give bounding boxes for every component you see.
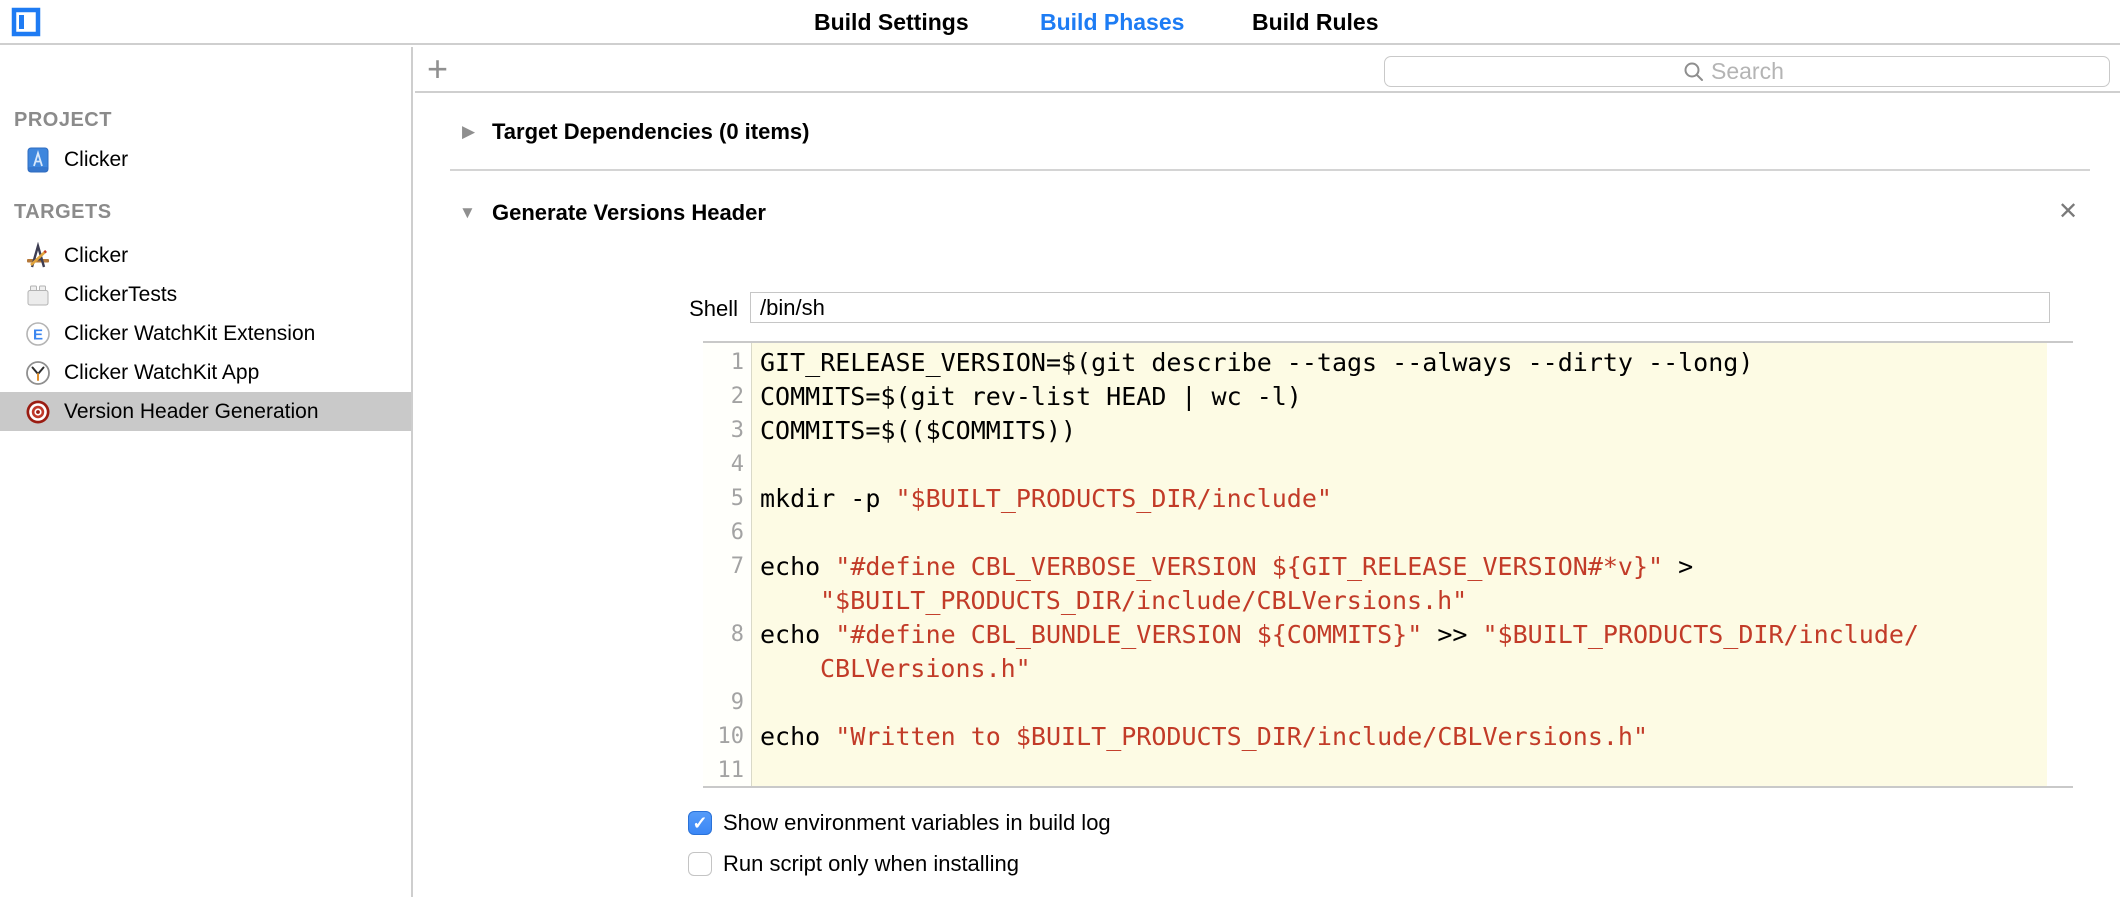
project-targets-sidebar: PROJECT Clicker TARGETS Clicker ClickerTe… <box>0 47 413 897</box>
tab-build-settings[interactable]: Build Settings <box>814 0 969 45</box>
script-line: mkdir -p "$BUILT_PRODUCTS_DIR/include" <box>760 482 2047 516</box>
sidebar-item-version-header-generation[interactable]: Version Header Generation <box>0 392 411 431</box>
line-number: 3 <box>703 414 751 448</box>
run-script-phase-title: Generate Versions Header <box>492 200 766 226</box>
xcode-build-phases-window: Build Settings Build Phases Build Rules PR… <box>0 0 2120 897</box>
option-label: Show environment variables in build log <box>723 810 1111 836</box>
script-line: echo "#define CBL_BUNDLE_VERSION ${COMMI… <box>760 618 2047 652</box>
script-code-area[interactable]: GIT_RELEASE_VERSION=$(git describe --tag… <box>752 343 2047 786</box>
script-line: echo "Written to $BUILT_PRODUCTS_DIR/inc… <box>760 720 2047 754</box>
sidebar-item-label: Clicker WatchKit Extension <box>64 322 315 346</box>
remove-phase-close-icon[interactable]: ✕ <box>2052 196 2084 228</box>
script-line: CBLVersions.h" <box>760 652 2047 686</box>
line-number: 11 <box>703 754 751 788</box>
script-line: GIT_RELEASE_VERSION=$(git describe --tag… <box>760 346 2047 380</box>
line-number: 10 <box>703 720 751 754</box>
sidebar-item-clicker[interactable]: Clicker <box>0 140 411 179</box>
script-line: "$BUILT_PRODUCTS_DIR/include/CBLVersions… <box>760 584 2047 618</box>
script-line <box>760 686 2047 720</box>
targets-list: Clicker ClickerTests E Clicker WatchKit Ext… <box>0 236 411 431</box>
tab-build-phases[interactable]: Build Phases <box>1040 0 1184 45</box>
line-number: 1 <box>703 346 751 380</box>
script-line <box>760 516 2047 550</box>
sidebar-item-label: ClickerTests <box>64 283 177 307</box>
search-field[interactable] <box>1384 56 2110 87</box>
checkmark-icon: ✓ <box>692 814 707 832</box>
option-label: Run script only when installing <box>723 851 1019 877</box>
line-number: 5 <box>703 482 751 516</box>
project-icon <box>24 146 52 174</box>
line-number: 4 <box>703 448 751 482</box>
target-dependencies-disclosure-icon[interactable]: ▶ <box>462 122 475 142</box>
svg-text:E: E <box>33 326 43 343</box>
add-build-phase-button[interactable]: + <box>427 47 448 91</box>
sidebar-item-clicker-watchkit-app[interactable]: Clicker WatchKit App <box>0 353 411 392</box>
script-line: COMMITS=$(($COMMITS)) <box>760 414 2047 448</box>
editor-scrollbar-track[interactable] <box>2047 343 2073 786</box>
shell-path-input[interactable] <box>750 292 2050 323</box>
line-number <box>703 584 751 618</box>
line-number: 6 <box>703 516 751 550</box>
sidebar-item-label: Clicker <box>64 244 128 268</box>
phases-toolbar: + <box>415 47 2120 93</box>
targets-section-header: TARGETS <box>14 201 112 224</box>
app-target-icon <box>24 242 52 270</box>
line-number: 2 <box>703 380 751 414</box>
option-row-show-environment-variables-in-: ✓ Show environment variables in build log <box>688 810 1111 836</box>
line-number: 7 <box>703 550 751 584</box>
watch-app-target-icon <box>24 359 52 387</box>
sidebar-item-clickertests[interactable]: ClickerTests <box>0 275 411 314</box>
shell-script-editor[interactable]: 1234567 8 91011 GIT_RELEASE_VERSION=$(git … <box>703 341 2073 788</box>
line-number <box>703 652 751 686</box>
build-config-tabs: Build Settings Build Phases Build Rules <box>0 0 2120 45</box>
target-dependencies-title: Target Dependencies (0 items) <box>492 119 809 145</box>
checkbox-checked[interactable]: ✓ <box>688 811 712 835</box>
search-input[interactable] <box>1711 58 1811 85</box>
project-section-header: PROJECT <box>14 109 112 132</box>
script-line: COMMITS=$(git rev-list HEAD | wc -l) <box>760 380 2047 414</box>
sidebar-item-clicker[interactable]: Clicker <box>0 236 411 275</box>
option-row-run-script-only-when-installin: Run script only when installing <box>688 851 1019 877</box>
section-divider <box>450 169 2090 171</box>
script-line: echo "#define CBL_VERBOSE_VERSION ${GIT_… <box>760 550 2047 584</box>
tests-target-icon <box>24 281 52 309</box>
line-number: 8 <box>703 618 751 652</box>
checkbox-unchecked[interactable] <box>688 852 712 876</box>
aggregate-target-icon <box>24 398 52 426</box>
shell-label: Shell <box>620 294 738 324</box>
search-icon <box>1683 61 1705 83</box>
sidebar-item-label: Clicker <box>64 148 128 172</box>
sidebar-item-label: Clicker WatchKit App <box>64 361 259 385</box>
project-list: Clicker <box>0 140 411 179</box>
run-script-disclosure-icon[interactable]: ▼ <box>459 203 476 223</box>
sidebar-item-clicker-watchkit-extension[interactable]: E Clicker WatchKit Extension <box>0 314 411 353</box>
sidebar-item-label: Version Header Generation <box>64 400 319 424</box>
script-line <box>760 448 2047 482</box>
top-tab-bar: Build Settings Build Phases Build Rules <box>0 0 2120 45</box>
extension-target-icon: E <box>24 320 52 348</box>
script-line <box>760 754 2047 786</box>
line-number-gutter: 1234567 8 91011 <box>703 343 752 786</box>
tab-build-rules[interactable]: Build Rules <box>1252 0 1379 45</box>
line-number: 9 <box>703 686 751 720</box>
